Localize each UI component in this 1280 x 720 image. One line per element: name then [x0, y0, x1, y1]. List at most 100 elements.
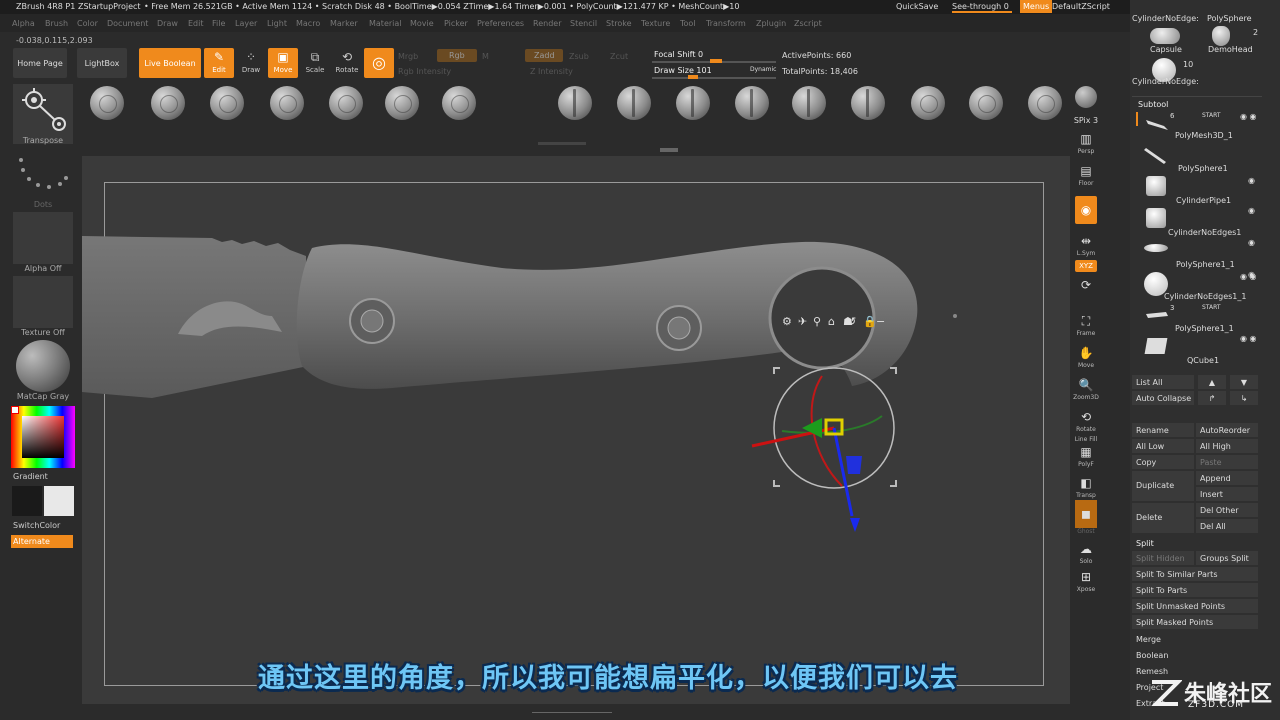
shelf-scroll-handle[interactable] [538, 142, 586, 145]
tool-thumb-label-5[interactable]: CylinderNoEdge: [1132, 77, 1199, 86]
rgb-button[interactable]: Rgb [437, 49, 477, 62]
subtool-item-7[interactable]: 3 START PolySphere1_1 ◉ ◉ [1140, 302, 1260, 343]
xyz-toggle[interactable]: XYZ [1072, 260, 1100, 272]
transp-toggle[interactable]: ◧ Transp [1072, 474, 1100, 499]
split-masked-points-button[interactable]: Split Masked Points [1132, 615, 1258, 629]
split-to-parts-button[interactable]: Split To Parts [1132, 583, 1258, 597]
gizmo-3d[interactable] [751, 367, 897, 532]
brush-slot-9[interactable] [617, 86, 651, 120]
del-all-button[interactable]: Del All [1196, 519, 1258, 533]
menu-tool[interactable]: Tool [680, 19, 696, 28]
subtool-item-6[interactable]: CylinderNoEdges1_1 ◉ ◉ [1140, 270, 1260, 301]
split-hidden-button[interactable]: Split Hidden [1132, 551, 1194, 565]
subtool-header[interactable]: Subtool [1132, 96, 1262, 110]
rename-button[interactable]: Rename [1132, 423, 1194, 437]
menu-movie[interactable]: Movie [410, 19, 434, 28]
all-low-button[interactable]: All Low [1132, 439, 1194, 453]
tool-thumb-label-1[interactable]: CylinderNoEdge: [1132, 14, 1199, 23]
menus-toggle[interactable]: Menus [1020, 0, 1053, 13]
menu-file[interactable]: File [212, 19, 225, 28]
menu-marker[interactable]: Marker [330, 19, 358, 28]
shelf-resize-handle[interactable] [660, 148, 678, 152]
menu-picker[interactable]: Picker [444, 19, 468, 28]
arrow-up-right-icon[interactable]: ↱ [1198, 391, 1226, 405]
menu-zscript[interactable]: Zscript [794, 19, 822, 28]
dynamic-toggle[interactable]: Dynamic [750, 66, 776, 73]
bpr-render-button[interactable] [1075, 86, 1097, 108]
home-page-button[interactable]: Home Page [13, 48, 67, 78]
gizmo-button[interactable]: ◎ [364, 48, 394, 78]
brush-slot-10[interactable] [676, 86, 710, 120]
split-header[interactable]: Split [1132, 536, 1262, 550]
bottom-shelf-handle[interactable] [532, 712, 612, 716]
remesh-section[interactable]: Remesh [1136, 667, 1168, 676]
subtool-item-5[interactable]: PolySphere1_1 ◉ [1140, 238, 1260, 279]
copy-button[interactable]: Copy [1132, 455, 1194, 469]
split-unmasked-points-button[interactable]: Split Unmasked Points [1132, 599, 1258, 613]
alternate-toggle[interactable]: Alternate [11, 535, 73, 548]
rotate-axis-icons[interactable]: ⟳ [1072, 276, 1100, 294]
brush-slot-8[interactable] [558, 86, 592, 120]
switchcolor-button[interactable]: SwitchColor [13, 521, 60, 530]
color-picker[interactable] [11, 406, 75, 468]
draw-size-slider[interactable]: Draw Size 101 Dynamic [652, 65, 776, 79]
xpose-toggle[interactable]: ⊞ Xpose [1072, 568, 1100, 593]
brush-slot-14[interactable] [911, 86, 945, 120]
menu-brush[interactable]: Brush [45, 19, 68, 28]
alpha-selector[interactable] [13, 212, 73, 264]
demohead-thumb-icon[interactable] [1212, 26, 1230, 46]
gradient-label[interactable]: Gradient [13, 472, 48, 481]
rotate-button[interactable]: ⟲ Rotate [332, 48, 362, 78]
del-other-button[interactable]: Del Other [1196, 503, 1258, 517]
groups-split-button[interactable]: Groups Split [1196, 551, 1258, 565]
tool-thumb-label-2[interactable]: PolySphere [1207, 14, 1252, 23]
arrow-down-right-icon[interactable]: ↳ [1230, 391, 1258, 405]
focal-shift-slider[interactable]: Focal Shift 0 [652, 49, 776, 63]
menu-preferences[interactable]: Preferences [477, 19, 524, 28]
floor-toggle[interactable]: ▤ Floor [1072, 162, 1100, 187]
brush-slot-13[interactable] [851, 86, 885, 120]
move-view-button[interactable]: ✋ Move [1072, 344, 1100, 369]
subtool-item-1[interactable]: 6 START PolyMesh3D_1 ◉ ◉ [1140, 110, 1260, 140]
delete-button[interactable]: Delete [1132, 503, 1194, 533]
move-up-icon[interactable]: ▲ [1198, 375, 1226, 389]
duplicate-button[interactable]: Duplicate [1132, 471, 1194, 501]
auto-collapse-button[interactable]: Auto Collapse [1132, 391, 1194, 405]
brush-slot-12[interactable] [792, 86, 826, 120]
rotate-view-button[interactable]: ⟲ Rotate [1072, 408, 1100, 433]
scale-button[interactable]: ⧉ Scale [300, 48, 330, 78]
spix-setting[interactable]: SPix 3 [1072, 116, 1100, 125]
subtool-item-8[interactable]: QCube1 [1140, 334, 1260, 365]
default-zscript-button[interactable]: DefaultZScript [1052, 2, 1110, 11]
brush-slot-1[interactable] [90, 86, 124, 120]
zcut-button[interactable]: Zcut [610, 52, 628, 61]
transpose-tool[interactable] [13, 84, 73, 144]
move-button[interactable]: ▣ Move [268, 48, 298, 78]
local-toggle[interactable]: ◉ [1072, 196, 1100, 224]
menu-document[interactable]: Document [107, 19, 148, 28]
ghost-toggle[interactable]: ◼ Ghost [1072, 500, 1100, 535]
stroke-dots[interactable] [13, 150, 73, 202]
zadd-button[interactable]: Zadd [525, 49, 563, 62]
merge-section[interactable]: Merge [1136, 635, 1161, 644]
menu-light[interactable]: Light [267, 19, 287, 28]
menu-material[interactable]: Material [369, 19, 402, 28]
brush-slot-5[interactable] [329, 86, 363, 120]
menu-alpha[interactable]: Alpha [12, 19, 35, 28]
texture-selector[interactable] [13, 276, 73, 328]
brush-slot-11[interactable] [735, 86, 769, 120]
knife-model[interactable]: ⚙ ✈ ⚲ ⌂ ☗ ↺ 🔒 − [82, 156, 1070, 704]
menu-zplugin[interactable]: Zplugin [756, 19, 786, 28]
menu-stencil[interactable]: Stencil [570, 19, 597, 28]
edit-button[interactable]: ✎ Edit [204, 48, 234, 78]
brush-slot-6[interactable] [385, 86, 419, 120]
capsule-thumb-icon[interactable] [1150, 28, 1180, 44]
zoom3d-button[interactable]: 🔍 Zoom3D [1072, 376, 1100, 401]
material-selector[interactable] [13, 340, 73, 392]
gizmo-toolbar[interactable]: ⚙ ✈ ⚲ ⌂ ☗ ↺ 🔒 − [782, 315, 885, 328]
lightbox-button[interactable]: LightBox [77, 48, 127, 78]
secondary-color-swatch[interactable] [44, 486, 74, 516]
autoreorder-button[interactable]: AutoReorder [1196, 423, 1258, 437]
insert-button[interactable]: Insert [1196, 487, 1258, 501]
subtool-item-3[interactable]: CylinderPipe1 ◉ [1140, 174, 1260, 215]
